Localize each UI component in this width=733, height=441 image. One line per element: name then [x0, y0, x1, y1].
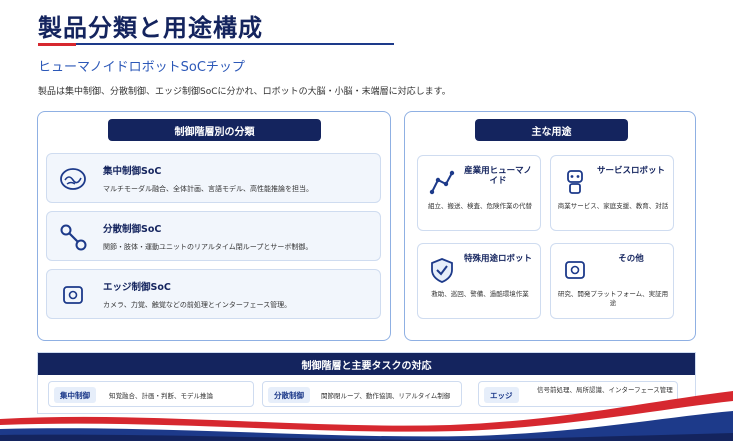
use-name: その他 [618, 254, 644, 264]
soc-name: 分散制御SoC [103, 224, 162, 235]
use-card-special: 特殊用途ロボット 救助、巡回、警備、過酷環境作業 [417, 243, 541, 319]
use-description: 研究、開発プラットフォーム、実証用途 [557, 290, 669, 307]
soc-name: 集中制御SoC [103, 166, 162, 177]
decorative-wave [0, 391, 733, 441]
title-underline [38, 43, 394, 45]
soc-card-distributed: 分散制御SoC 関節・肢体・運動ユニットのリアルタイム閉ループとサーボ制御。 [46, 211, 381, 261]
use-card-industrial: 産業用ヒューマノイド 組立、搬送、検査、危険作業の代替 [417, 155, 541, 231]
soc-card-central: 集中制御SoC マルチモーダル融合、全体計画、言語モデル、高性能推論を担当。 [46, 153, 381, 203]
use-name: サービスロボット [596, 166, 665, 176]
page-title: 製品分類と用途構成 [38, 14, 263, 42]
joint-link-icon [60, 224, 87, 251]
use-description: 組立、搬送、検査、危険作業の代替 [428, 202, 532, 210]
use-description: 商業サービス、家庭支援、教育、対話 [557, 202, 669, 210]
use-description: 救助、巡回、警備、過酷環境作業 [431, 290, 529, 298]
classification-heading: 制御階層別の分類 [108, 119, 321, 141]
use-name: 特殊用途ロボット [463, 254, 532, 264]
service-robot-icon [567, 170, 583, 194]
use-card-other: その他 研究、開発プラットフォーム、実証用途 [550, 243, 674, 319]
soc-name: エッジ制御SoC [103, 282, 171, 293]
applications-panel: 主な用途 産業用ヒューマノイド 組立、搬送、検査、危険作業の代替 サービスロボッ… [404, 111, 696, 341]
page-subtitle: ヒューマノイドロボットSoCチップ [38, 60, 245, 75]
use-name: 産業用ヒューマノイド [464, 166, 532, 186]
chip-icon [565, 261, 585, 279]
classification-panel: 制御階層別の分類 集中制御SoC マルチモーダル融合、全体計画、言語モデル、高性… [37, 111, 391, 341]
soc-description: 関節・肢体・運動ユニットのリアルタイム閉ループとサーボ制御。 [103, 243, 313, 251]
task-mapping-heading: 制御階層と主要タスクの対応 [38, 353, 695, 375]
soc-description: マルチモーダル融合、全体計画、言語モデル、高性能推論を担当。 [103, 185, 313, 193]
robot-arm-icon [429, 170, 455, 195]
soc-description: カメラ、力覚、触覚などの前処理とインターフェース管理。 [103, 301, 292, 309]
use-card-service: サービスロボット 商業サービス、家庭支援、教育、対話 [550, 155, 674, 231]
chip-icon [63, 286, 83, 304]
brain-icon [60, 168, 86, 190]
shield-check-icon [431, 258, 453, 283]
title-underline-accent [38, 43, 76, 46]
soc-card-edge: エッジ制御SoC カメラ、力覚、触覚などの前処理とインターフェース管理。 [46, 269, 381, 319]
page-description: 製品は集中制御、分散制御、エッジ制御SoCに分かれ、ロボットの大脳・小脳・末端層… [38, 87, 451, 97]
applications-heading: 主な用途 [475, 119, 628, 141]
